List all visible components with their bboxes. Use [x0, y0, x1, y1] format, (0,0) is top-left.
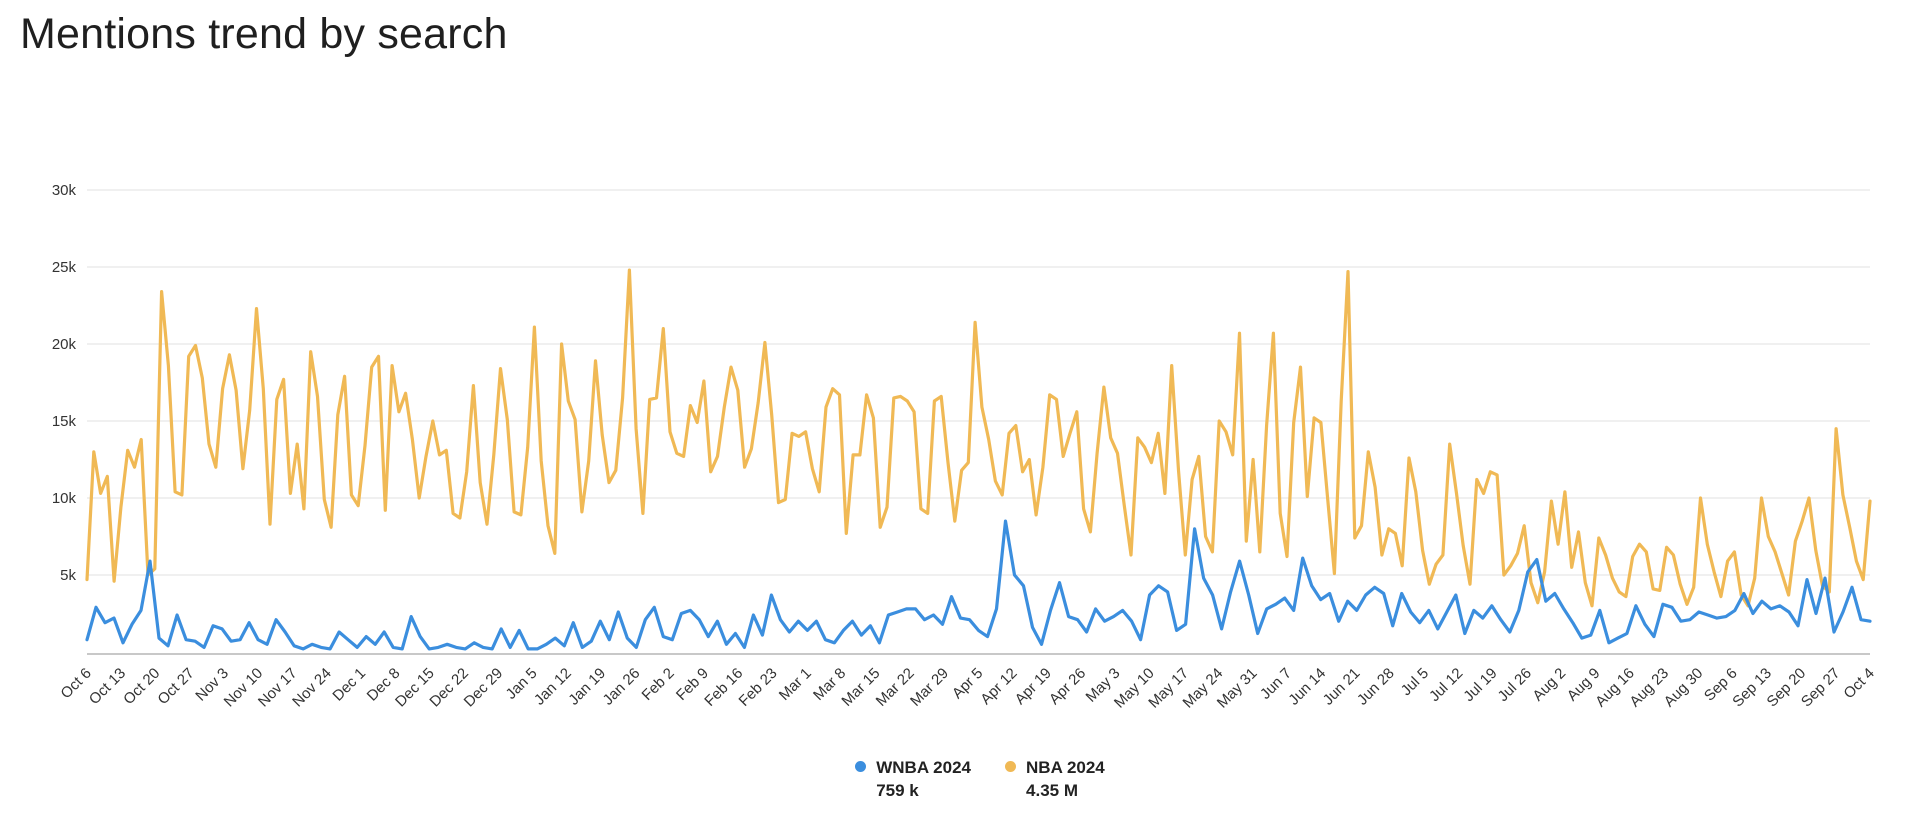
y-tick-label: 15k: [52, 413, 77, 430]
wnba-dot-icon: [855, 761, 867, 772]
y-tick-label: 10k: [52, 490, 77, 507]
x-tick-label: Feb 23: [736, 665, 781, 710]
x-tick-label: Sep 27: [1798, 665, 1844, 711]
x-tick-label: Aug 30: [1661, 665, 1707, 711]
line-chart: 5k 10k 15k 20k 25k 30k Oct 6Oct 13Oct 20Oct 2…: [52, 182, 1878, 712]
x-tick-label: Jun 28: [1354, 665, 1398, 709]
series-line-nba-2024[interactable]: [85, 268, 1872, 608]
x-tick-label: Oct 4: [1840, 665, 1877, 702]
x-tick-label: Mar 29: [907, 665, 952, 710]
x-tick-label: Oct 27: [154, 665, 197, 708]
x-tick-label: Oct 20: [120, 665, 163, 708]
x-tick-label: Jan 12: [531, 665, 575, 709]
y-tick-label: 30k: [52, 182, 77, 199]
x-tick-label: Jun 21: [1320, 665, 1364, 709]
x-tick-label: Feb 2: [639, 665, 678, 704]
legend-label: NBA 2024: [1026, 758, 1105, 777]
x-tick-label: Jul 12: [1426, 665, 1466, 705]
series-lines: [85, 268, 1872, 651]
x-tick-label: Aug 2: [1529, 665, 1569, 705]
x-tick-label: Oct 13: [86, 665, 129, 708]
x-tick-label: Jun 14: [1285, 665, 1329, 709]
x-tick-label: Jan 19: [565, 665, 609, 709]
nba-dot-icon: [1005, 761, 1017, 772]
legend-total: 4.35 M: [1026, 781, 1078, 800]
series-line-wnba-2024[interactable]: [85, 519, 1872, 651]
legend-item-nba[interactable]: NBA 2024 4.35 M: [1005, 756, 1105, 802]
x-tick-label: Jul 26: [1495, 665, 1535, 705]
x-tick-label: Jul 19: [1460, 665, 1500, 705]
x-tick-label: Dec 1: [329, 665, 369, 705]
x-tick-label: Apr 26: [1046, 665, 1089, 708]
legend-item-wnba[interactable]: WNBA 2024 759 k: [855, 756, 971, 802]
x-tick-label: Dec 29: [461, 665, 507, 711]
x-axis-ticks: Oct 6Oct 13Oct 20Oct 27Nov 3Nov 10Nov 17…: [57, 665, 1877, 712]
y-tick-label: 25k: [52, 259, 77, 276]
x-tick-label: Mar 1: [776, 665, 815, 704]
legend-total: 759 k: [876, 781, 919, 800]
x-tick-label: Nov 24: [289, 665, 335, 711]
x-tick-label: Jan 26: [600, 665, 644, 709]
y-tick-label: 5k: [60, 567, 76, 584]
y-axis-ticks: 5k 10k 15k 20k 25k 30k: [52, 182, 77, 584]
x-tick-label: Apr 19: [1012, 665, 1055, 708]
legend: WNBA 2024 759 k NBA 2024 4.35 M: [0, 756, 1920, 802]
y-tick-label: 20k: [52, 336, 77, 353]
legend-label: WNBA 2024: [876, 758, 972, 777]
x-tick-label: Apr 12: [977, 665, 1020, 708]
